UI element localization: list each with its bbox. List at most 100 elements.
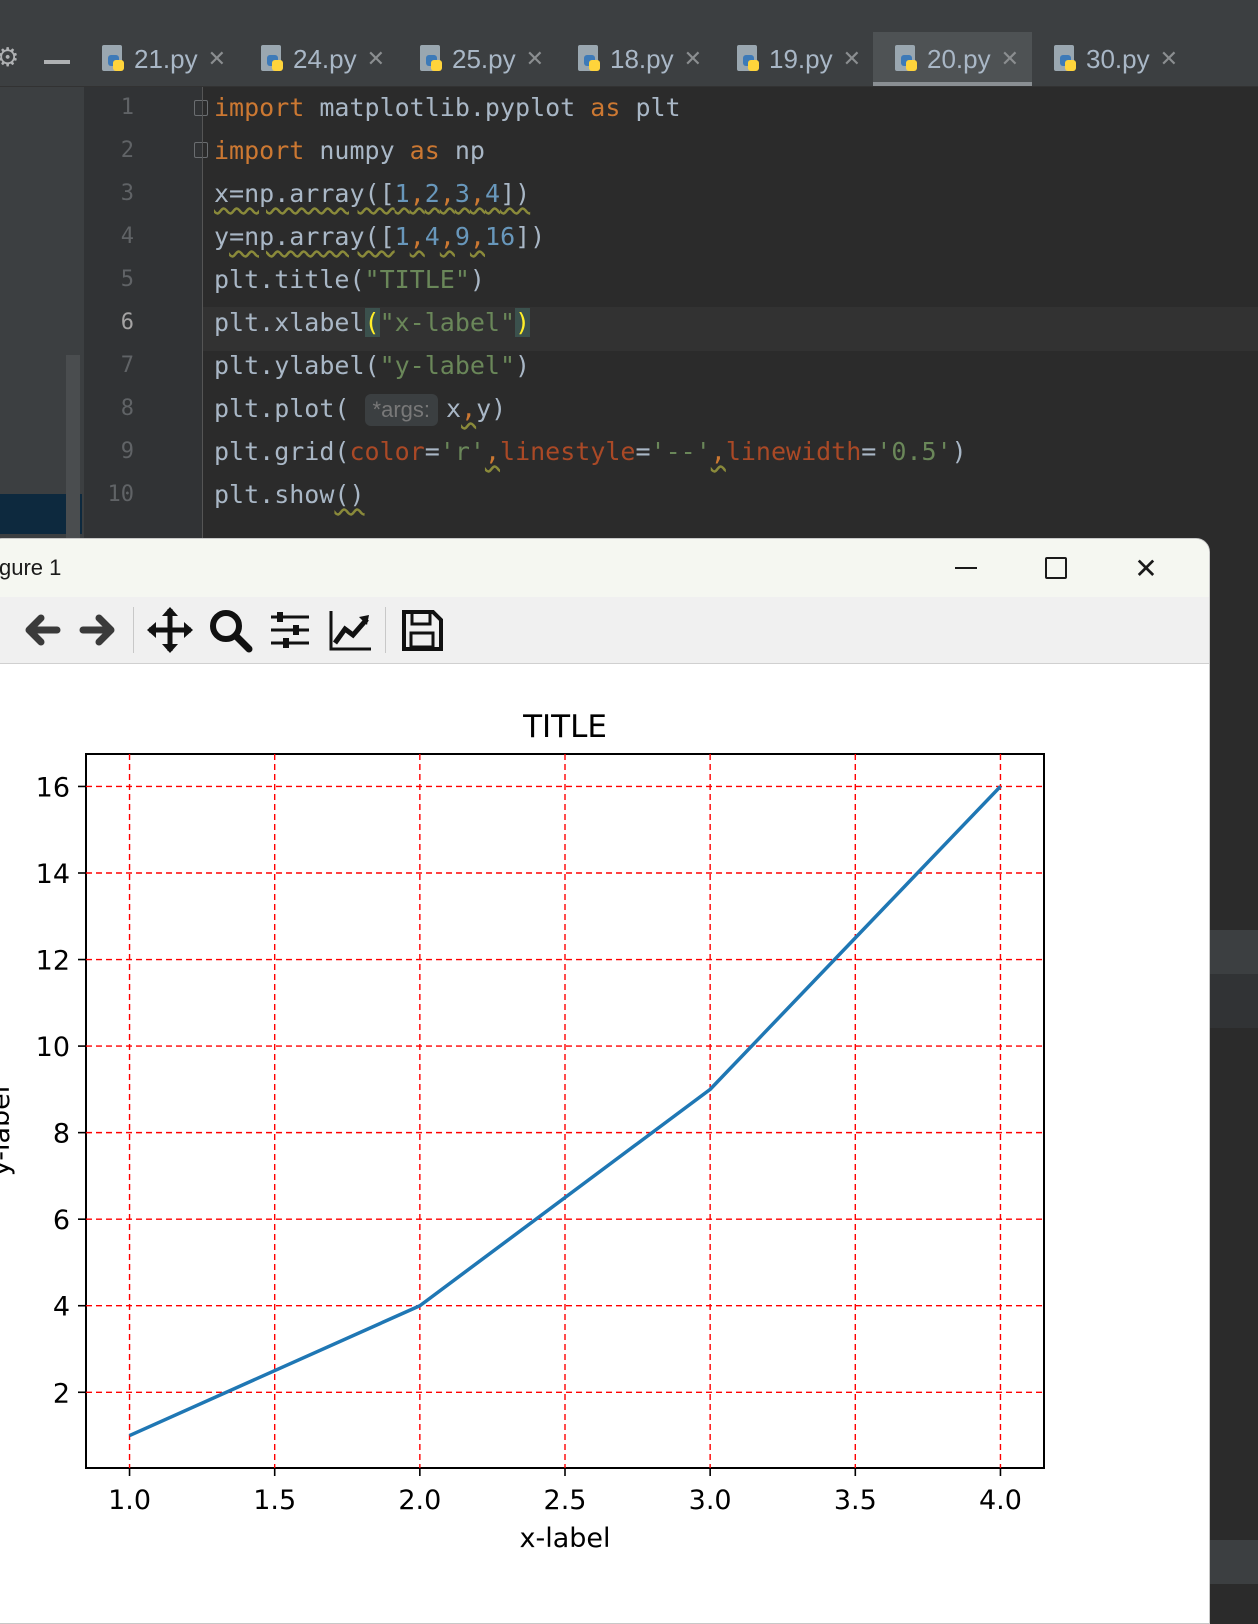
close-icon[interactable]: ✕ <box>843 46 861 72</box>
configure-subplots-button[interactable] <box>265 605 315 655</box>
y-tick-label: 16 <box>36 772 70 803</box>
code-line-9: plt.grid(color='r',linestyle='--',linewi… <box>214 437 967 466</box>
background-ide-panel <box>1208 540 1258 1622</box>
python-file-icon <box>737 45 761 73</box>
close-icon[interactable]: ✕ <box>526 46 544 72</box>
x-tick-label: 2.5 <box>544 1485 587 1516</box>
code-line-1: import matplotlib.pyplot as plt <box>214 93 681 122</box>
python-file-icon <box>578 45 602 73</box>
x-tick-label: 2.0 <box>398 1485 441 1516</box>
hide-icon[interactable] <box>44 60 70 64</box>
line-number: 9 <box>120 439 134 464</box>
pan-icon <box>147 607 193 653</box>
tab-label: 20.py <box>927 43 991 74</box>
toolbar-separator <box>133 607 134 653</box>
fold-icon[interactable] <box>194 142 208 158</box>
save-icon <box>402 610 443 651</box>
python-file-icon <box>261 45 285 73</box>
zoom-button[interactable] <box>205 605 255 655</box>
toolbar-separator <box>385 607 386 653</box>
editor-tab-strip: ⚙ 21.py ✕ 24.py ✕ 25.py ✕ 18.py ✕ 19.py ✕ 20.py ✕ 30… <box>0 32 1258 87</box>
python-file-icon <box>102 45 126 73</box>
ide-title-bar <box>0 0 1258 33</box>
zoom-icon <box>210 610 253 653</box>
line-number: 2 <box>120 138 134 163</box>
tab-label: 30.py <box>1086 43 1150 74</box>
close-icon[interactable]: ✕ <box>684 46 702 72</box>
y-tick-label: 2 <box>53 1378 70 1409</box>
x-tick-label: 1.0 <box>108 1485 151 1516</box>
figure-window-title: gure 1 <box>0 555 62 580</box>
tab-label: 25.py <box>452 43 516 74</box>
gear-icon[interactable]: ⚙ <box>0 44 19 72</box>
line-number: 6 <box>120 310 134 335</box>
figure-title-bar[interactable]: gure 1 ✕ <box>0 539 1209 597</box>
matplotlib-figure[interactable]: 1.0 1.5 2.0 2.5 3.0 3.5 4.0246810121416 TITLE … <box>0 664 1209 1623</box>
x-axis-label: x-label <box>519 1523 610 1554</box>
code-line-5: plt.title("TITLE") <box>214 265 485 294</box>
y-tick-label: 14 <box>36 859 70 890</box>
x-tick-label: 3.0 <box>689 1485 732 1516</box>
y-tick-label: 12 <box>36 946 70 977</box>
python-file-icon <box>420 45 444 73</box>
edit-axis-button[interactable] <box>325 605 375 655</box>
editor-tab[interactable]: 21.py ✕ <box>80 32 239 86</box>
close-icon[interactable]: ✕ <box>208 46 226 72</box>
editor-tab[interactable]: 24.py ✕ <box>239 32 398 86</box>
close-button[interactable]: ✕ <box>1101 539 1191 597</box>
code-line-8: plt.plot( *args: x,y) <box>214 387 506 431</box>
pan-button[interactable] <box>145 605 195 655</box>
editor-tab[interactable]: 19.py ✕ <box>715 32 874 86</box>
tab-label: 18.py <box>610 43 674 74</box>
python-file-icon <box>1054 45 1078 73</box>
editor-tab[interactable]: 30.py ✕ <box>1032 32 1191 86</box>
x-tick-label: 4.0 <box>979 1485 1022 1516</box>
editor-tab[interactable]: 18.py ✕ <box>556 32 715 86</box>
forward-button[interactable] <box>73 605 123 655</box>
y-tick-label: 10 <box>36 1032 70 1063</box>
minimize-button[interactable] <box>921 539 1011 597</box>
tab-label: 24.py <box>293 43 357 74</box>
editor-tab[interactable]: 25.py ✕ <box>398 32 557 86</box>
back-button[interactable] <box>17 605 67 655</box>
y-tick-label: 6 <box>53 1205 70 1236</box>
axes-frame <box>85 753 1045 1469</box>
line-number: 4 <box>120 224 134 249</box>
editor-tab[interactable]: 20.py ✕ <box>873 32 1032 86</box>
close-icon: ✕ <box>1134 551 1158 585</box>
maximize-icon <box>1045 557 1067 579</box>
line-number: 5 <box>120 267 134 292</box>
back-icon <box>25 614 61 646</box>
x-tick-label: 1.5 <box>253 1485 296 1516</box>
line-number: 10 <box>107 482 135 507</box>
forward-icon <box>79 614 115 646</box>
line-number: 7 <box>120 353 134 378</box>
save-button[interactable] <box>397 605 447 655</box>
figure-toolbar <box>0 597 1209 664</box>
close-icon[interactable]: ✕ <box>367 46 385 72</box>
y-tick-label: 8 <box>53 1119 70 1150</box>
line-number: 1 <box>120 95 134 120</box>
project-panel <box>0 87 84 615</box>
parameter-hint: *args: <box>364 394 438 426</box>
code-line-2: import numpy as np <box>214 136 485 165</box>
tab-label: 19.py <box>769 43 833 74</box>
chart-title: TITLE <box>522 709 607 745</box>
fold-icon[interactable] <box>194 100 208 116</box>
close-icon[interactable]: ✕ <box>1001 46 1019 72</box>
figure-window: gure 1 ✕ 1.0 1.5 2.0 2.5 3.0 3.5 4.0 2 4… <box>0 538 1210 1624</box>
y-axis-label: y-label <box>0 1086 16 1177</box>
code-line-10: plt.show() <box>214 480 365 509</box>
configure-subplots-icon <box>271 612 309 648</box>
python-file-icon <box>895 45 919 73</box>
code-line-7: plt.ylabel("y-label") <box>214 351 531 380</box>
minimize-icon <box>955 567 977 569</box>
code-line-3: x=np.array([1,2,3,4]) <box>214 179 531 208</box>
line-number: 8 <box>120 396 134 421</box>
edit-axis-icon <box>329 611 371 651</box>
close-icon[interactable]: ✕ <box>1160 46 1178 72</box>
code-line-6: plt.xlabel("x-label") <box>214 308 531 337</box>
maximize-button[interactable] <box>1011 539 1101 597</box>
plot-canvas[interactable]: 1.0 1.5 2.0 2.5 3.0 3.5 4.0 2 4 6 8 10 12 14 16 TITLE … <box>0 664 1209 1623</box>
x-tick-label: 3.5 <box>834 1485 877 1516</box>
